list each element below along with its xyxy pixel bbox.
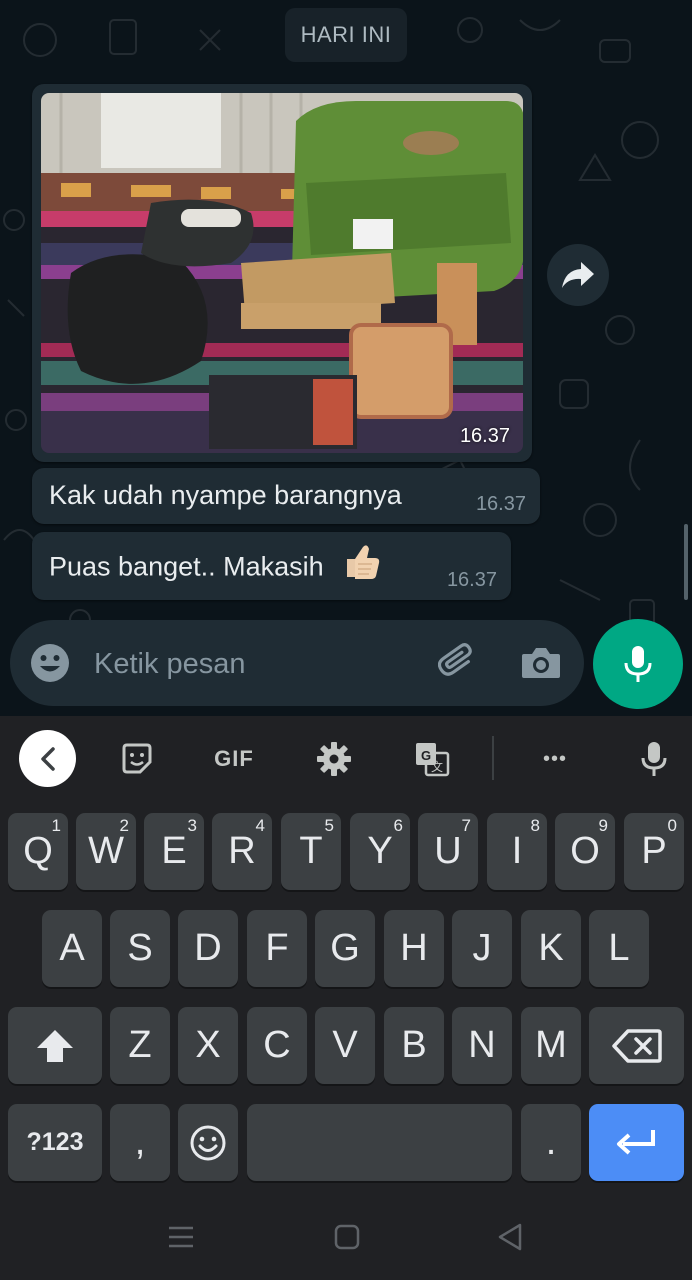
key-u[interactable]: U7 [418,813,478,890]
message-text: Puas banget.. Makasih [49,551,324,582]
gif-label: GIF [214,746,254,771]
key-w[interactable]: W2 [76,813,136,890]
key-y[interactable]: Y6 [350,813,410,890]
product-photo[interactable] [41,93,523,453]
toolbar-collapse-button[interactable] [19,730,76,787]
attach-icon[interactable] [437,642,480,689]
gif-button[interactable]: GIF [206,738,262,780]
key-m[interactable]: M [521,1007,581,1084]
key-j[interactable]: J [452,910,512,987]
thumbs-up-emoji [341,541,381,588]
key-a[interactable]: A [42,910,102,987]
scroll-indicator[interactable] [684,524,688,600]
svg-text:文: 文 [431,759,443,774]
key-k[interactable]: K [521,910,581,987]
image-message-bubble[interactable]: 16.37 [32,84,532,462]
translate-button[interactable]: G 文 [412,738,452,780]
enter-icon [616,1129,655,1154]
key-g[interactable]: G [315,910,375,987]
key-n[interactable]: N [452,1007,512,1084]
chevron-left-icon [40,746,55,771]
space-key[interactable] [247,1104,512,1181]
gear-icon [317,742,351,776]
emoji-icon[interactable] [30,643,70,688]
emoji-icon [190,1125,226,1160]
key-x[interactable]: X [178,1007,238,1084]
emoji-key[interactable] [178,1104,238,1181]
image-message-time: 16.37 [459,425,510,447]
message-bubble[interactable]: Kak udah nyampe barangnya 16.37 [32,468,540,524]
key-h[interactable]: H [384,910,444,987]
backspace-icon [611,1028,662,1063]
sticker-icon [122,743,152,774]
key-t[interactable]: T5 [281,813,341,890]
message-time: 16.37 [475,493,526,515]
key-v[interactable]: V [315,1007,375,1084]
chat-area: HARI INI 16.37 Kak udah nyampe barangnya… [0,0,692,716]
shift-icon [37,1029,73,1062]
backspace-key[interactable] [589,1007,684,1084]
back-icon[interactable] [496,1222,524,1257]
message-composer [10,620,584,706]
settings-button[interactable] [314,738,354,780]
more-button[interactable]: ••• [530,738,580,780]
mic-icon [641,742,667,776]
voice-record-button[interactable] [593,619,683,709]
forward-icon [562,262,594,288]
symbols-key[interactable]: ?123 [8,1104,102,1181]
period-key[interactable]: . [521,1104,581,1181]
key-p[interactable]: P0 [624,813,684,890]
key-f[interactable]: F [247,910,307,987]
forward-button[interactable] [547,244,609,306]
soft-keyboard: GIF G 文 ••• Q 1 W 2 E 3 R 4 T 5 Y 6 U 7 … [0,716,692,1280]
key-r[interactable]: R4 [212,813,272,890]
home-icon[interactable] [333,1222,361,1257]
message-input[interactable] [92,640,426,688]
key-d[interactable]: D [178,910,238,987]
camera-icon[interactable] [520,642,562,689]
shift-key[interactable] [8,1007,102,1084]
message-bubble[interactable]: Puas banget.. Makasih 16.37 [32,532,511,600]
key-c[interactable]: C [247,1007,307,1084]
key-q[interactable]: Q1 [8,813,68,890]
message-text: Kak udah nyampe barangnya [49,480,402,510]
svg-text:G: G [421,748,431,763]
key-z[interactable]: Z [110,1007,170,1084]
toolbar-divider [492,736,494,780]
message-time: 16.37 [446,569,497,591]
mic-icon [624,646,652,682]
key-s[interactable]: S [110,910,170,987]
key-e[interactable]: E3 [144,813,204,890]
enter-key[interactable] [589,1104,684,1181]
date-divider: HARI INI [285,8,407,62]
sticker-button[interactable] [118,738,156,780]
key-b[interactable]: B [384,1007,444,1084]
key-i[interactable]: I8 [487,813,547,890]
key-l[interactable]: L [589,910,649,987]
key-o[interactable]: O9 [555,813,615,890]
keyboard-toolbar: GIF G 文 ••• [0,716,692,802]
recents-icon[interactable] [166,1222,196,1257]
voice-typing-button[interactable] [636,738,672,780]
translate-icon: G 文 [416,743,450,777]
comma-key[interactable]: , [110,1104,170,1181]
system-nav-bar [0,1200,692,1280]
